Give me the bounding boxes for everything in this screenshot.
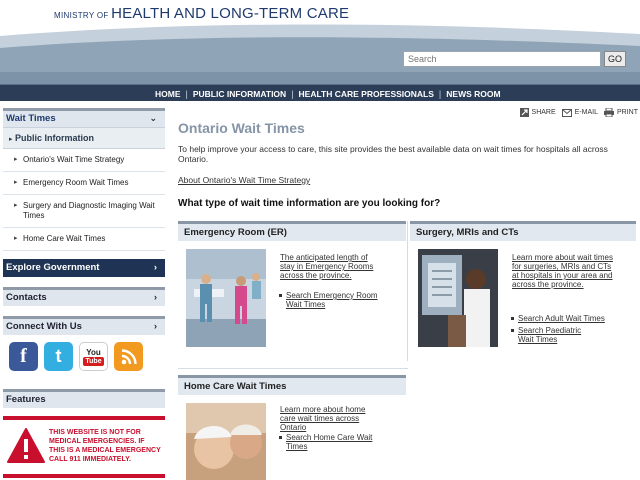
ministry-name: HEALTH AND LONG-TERM CARE bbox=[111, 5, 350, 22]
connect-label: Connect With Us bbox=[6, 321, 82, 332]
site-header: MINISTRY OF HEALTH AND LONG-TERM CARE GO… bbox=[0, 0, 640, 104]
sidebar-item-emergency-room[interactable]: ▸ Emergency Room Wait Times bbox=[3, 172, 165, 195]
card-links: Search Home Care Wait Times bbox=[279, 433, 384, 454]
card-links: Search Emergency Room Wait Times bbox=[279, 291, 384, 312]
chevron-right-icon: › bbox=[153, 262, 157, 273]
emergency-warning: THIS WEBSITE IS NOT FOR MEDICAL EMERGENC… bbox=[3, 416, 165, 478]
chevron-right-icon: ▸ bbox=[14, 235, 18, 242]
warning-text: THIS WEBSITE IS NOT FOR MEDICAL EMERGENC… bbox=[49, 429, 161, 463]
search-er-link[interactable]: Search Emergency Room Wait Times bbox=[279, 291, 384, 309]
chevron-right-icon: › bbox=[154, 321, 157, 331]
card-description-link[interactable]: The anticipated length of stay in Emerge… bbox=[280, 253, 382, 280]
features-label: Features bbox=[6, 394, 46, 405]
sidebar-explore-government[interactable]: Explore Government › bbox=[3, 259, 165, 277]
page-title: Ontario Wait Times bbox=[178, 120, 305, 136]
chevron-right-icon: ▸ bbox=[14, 179, 18, 186]
card-divider bbox=[407, 221, 408, 361]
sidebar-connect-with-us[interactable]: Connect With Us › bbox=[3, 316, 165, 335]
top-navbar: HOME | PUBLIC INFORMATION | HEALTH CARE … bbox=[0, 84, 640, 101]
card-surgery-mri-ct: Surgery, MRIs and CTs Learn more about w… bbox=[410, 221, 636, 361]
search-paediatric-link[interactable]: Search Paediatric Wait Times bbox=[511, 326, 588, 344]
sidebar-item-label: Surgery and Diagnostic Imaging Wait Time… bbox=[23, 201, 155, 220]
sidebar-item-label: Ontario's Wait Time Strategy bbox=[23, 155, 125, 164]
nav-health-care-professionals[interactable]: HEALTH CARE PROFESSIONALS bbox=[294, 89, 439, 99]
sidebar-item-surgery-diagnostic[interactable]: ▸ Surgery and Diagnostic Imaging Wait Ti… bbox=[3, 195, 165, 228]
youtube-icon[interactable]: You Tube bbox=[79, 342, 108, 371]
section-question: What type of wait time information are y… bbox=[178, 198, 441, 209]
chevron-right-icon: › bbox=[154, 292, 157, 302]
ministry-prefix: MINISTRY OF bbox=[54, 11, 109, 20]
page-tools: SHARE E-MAIL PRINT bbox=[519, 108, 638, 117]
social-icons: f t You Tube bbox=[3, 335, 165, 379]
sidebar-item-wait-time-strategy[interactable]: ▸ Ontario's Wait Time Strategy bbox=[3, 149, 165, 172]
card-links: Search Adult Wait Times Search Paediatri… bbox=[511, 314, 632, 347]
search-go-button[interactable]: GO bbox=[604, 51, 626, 67]
surgery-photo bbox=[418, 249, 498, 347]
search-home-care-link[interactable]: Search Home Care Wait Times bbox=[279, 433, 384, 451]
chevron-right-icon: ▸ bbox=[9, 136, 13, 143]
er-photo bbox=[186, 249, 266, 347]
print-icon bbox=[604, 108, 614, 117]
about-strategy-link[interactable]: About Ontario's Wait Time Strategy bbox=[178, 175, 310, 185]
sidebar-contacts[interactable]: Contacts › bbox=[3, 287, 165, 306]
contacts-label: Contacts bbox=[6, 292, 47, 303]
print-button[interactable]: PRINT bbox=[604, 108, 638, 117]
sidebar-wait-times-header[interactable]: Wait Times ⌄ bbox=[3, 108, 165, 127]
sidebar-item-label: Emergency Room Wait Times bbox=[23, 178, 129, 187]
home-care-photo bbox=[186, 403, 266, 480]
card-divider bbox=[178, 368, 408, 369]
nav-home[interactable]: HOME bbox=[150, 89, 186, 99]
share-icon bbox=[519, 108, 529, 117]
nav-news-room[interactable]: NEWS ROOM bbox=[441, 89, 505, 99]
card-description-link[interactable]: Learn more about home care wait times ac… bbox=[280, 405, 382, 432]
sidebar-item-label: Home Care Wait Times bbox=[23, 234, 106, 243]
sidebar-item-label: Public Information bbox=[15, 133, 95, 143]
email-label: E-MAIL bbox=[574, 109, 598, 116]
card-emergency-room: Emergency Room (ER) The anticipated leng… bbox=[178, 221, 406, 361]
warning-icon bbox=[7, 428, 45, 463]
email-icon bbox=[561, 108, 572, 117]
search-adult-link[interactable]: Search Adult Wait Times bbox=[511, 314, 632, 323]
ministry-logo-text[interactable]: MINISTRY OF HEALTH AND LONG-TERM CARE bbox=[54, 5, 349, 22]
sidebar-item-home-care[interactable]: ▸ Home Care Wait Times bbox=[3, 228, 165, 251]
nav-public-information[interactable]: PUBLIC INFORMATION bbox=[188, 89, 291, 99]
print-label: PRINT bbox=[617, 109, 638, 116]
sidebar-features: Features bbox=[3, 389, 165, 408]
card-title: Emergency Room (ER) bbox=[178, 221, 406, 241]
sidebar-item-public-information[interactable]: ▸ Public Information bbox=[3, 127, 165, 149]
card-description-link[interactable]: Learn more about wait times for surgerie… bbox=[512, 253, 614, 289]
explore-government-label: Explore Government bbox=[6, 262, 100, 273]
left-sidebar: Wait Times ⌄ ▸ Public Information ▸ Onta… bbox=[3, 108, 165, 478]
share-button[interactable]: SHARE bbox=[519, 108, 556, 117]
facebook-icon[interactable]: f bbox=[9, 342, 38, 371]
intro-text: To help improve your access to care, thi… bbox=[178, 144, 608, 164]
rss-icon[interactable] bbox=[114, 342, 143, 371]
email-button[interactable]: E-MAIL bbox=[561, 108, 598, 117]
card-title: Surgery, MRIs and CTs bbox=[410, 221, 636, 241]
twitter-icon[interactable]: t bbox=[44, 342, 73, 371]
chevron-down-icon: ⌄ bbox=[149, 113, 157, 123]
chevron-right-icon: ▸ bbox=[14, 202, 18, 209]
search-input[interactable] bbox=[403, 51, 601, 67]
share-label: SHARE bbox=[531, 109, 556, 116]
chevron-right-icon: ▸ bbox=[14, 156, 18, 163]
card-title: Home Care Wait Times bbox=[178, 375, 406, 395]
card-home-care: Home Care Wait Times Learn more about ho… bbox=[178, 375, 406, 480]
sidebar-wait-times-label: Wait Times bbox=[6, 113, 56, 124]
